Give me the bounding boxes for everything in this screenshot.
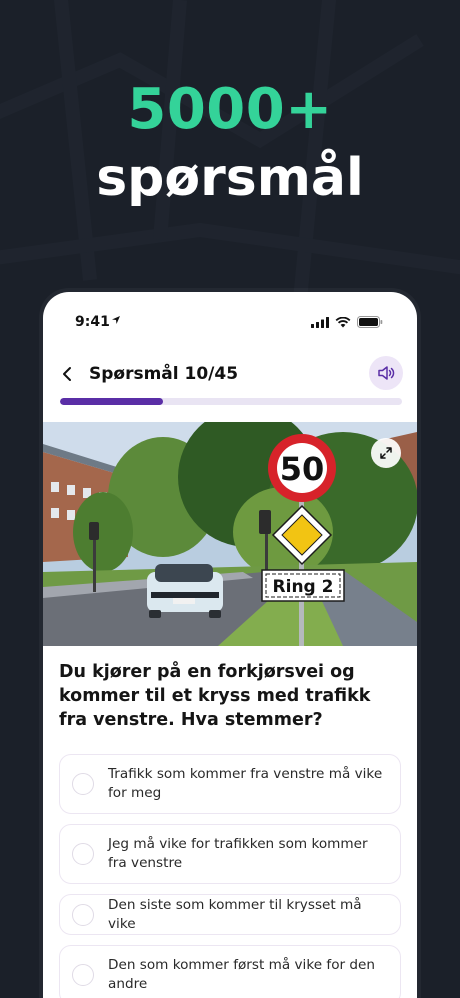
radio-button[interactable] — [72, 903, 94, 926]
radio-button[interactable] — [72, 964, 94, 986]
battery-icon — [357, 316, 383, 328]
answer-option[interactable]: Jeg må vike for trafikken som kommer fra… — [59, 824, 401, 884]
status-time: 9:41 — [75, 314, 110, 330]
answer-option[interactable]: Den siste som kommer til krysset må vike — [59, 894, 401, 935]
radio-button[interactable] — [72, 843, 94, 865]
speaker-icon — [378, 366, 395, 380]
location-arrow-icon — [112, 316, 120, 324]
road-scene-illustration: 50 Ring 2 — [43, 422, 417, 646]
audio-button[interactable] — [369, 356, 403, 390]
answer-option-label: Den siste som kommer til krysset må vike — [108, 896, 362, 932]
progress-bar-fill — [60, 398, 163, 405]
speed-limit-text: 50 — [280, 450, 325, 488]
answer-option[interactable]: Trafikk som kommer fra venstre må vike f… — [59, 754, 401, 814]
promo-headline: 5000+ spørsmål — [0, 76, 460, 212]
expand-icon — [380, 447, 392, 459]
answer-options: Trafikk som kommer fra venstre må vike f… — [59, 754, 401, 998]
street-sign-text: Ring 2 — [273, 577, 334, 597]
answer-option-label: Den som kommer først må vike for den and… — [108, 957, 376, 992]
answer-option[interactable]: Den som kommer først må vike for den and… — [59, 945, 401, 998]
status-icons — [311, 316, 383, 328]
chevron-left-icon — [63, 367, 71, 381]
back-button[interactable] — [57, 360, 77, 388]
wifi-icon — [335, 316, 351, 327]
expand-image-button[interactable] — [371, 438, 401, 468]
signal-icon — [311, 316, 329, 328]
promo-headline-text: spørsmål — [96, 148, 364, 208]
radio-button[interactable] — [72, 773, 94, 795]
question-header: Spørsmål 10/45 — [43, 356, 417, 396]
answer-option-label: Trafikk som kommer fra venstre må vike f… — [108, 766, 383, 801]
status-bar: 9:41 — [43, 292, 417, 348]
page-title: Spørsmål 10/45 — [89, 364, 239, 384]
question-text: Du kjører på en forkjørsvei og kommer ti… — [59, 662, 371, 730]
answer-option-label: Jeg må vike for trafikken som kommer fra… — [108, 836, 368, 871]
progress-bar — [60, 398, 402, 405]
promo-headline-number: 5000+ — [127, 77, 333, 142]
question-image: 50 Ring 2 — [43, 422, 417, 646]
phone-screen: 9:41 Spørsmål 10/45 50 Ring 2 Du kjører … — [43, 292, 417, 998]
